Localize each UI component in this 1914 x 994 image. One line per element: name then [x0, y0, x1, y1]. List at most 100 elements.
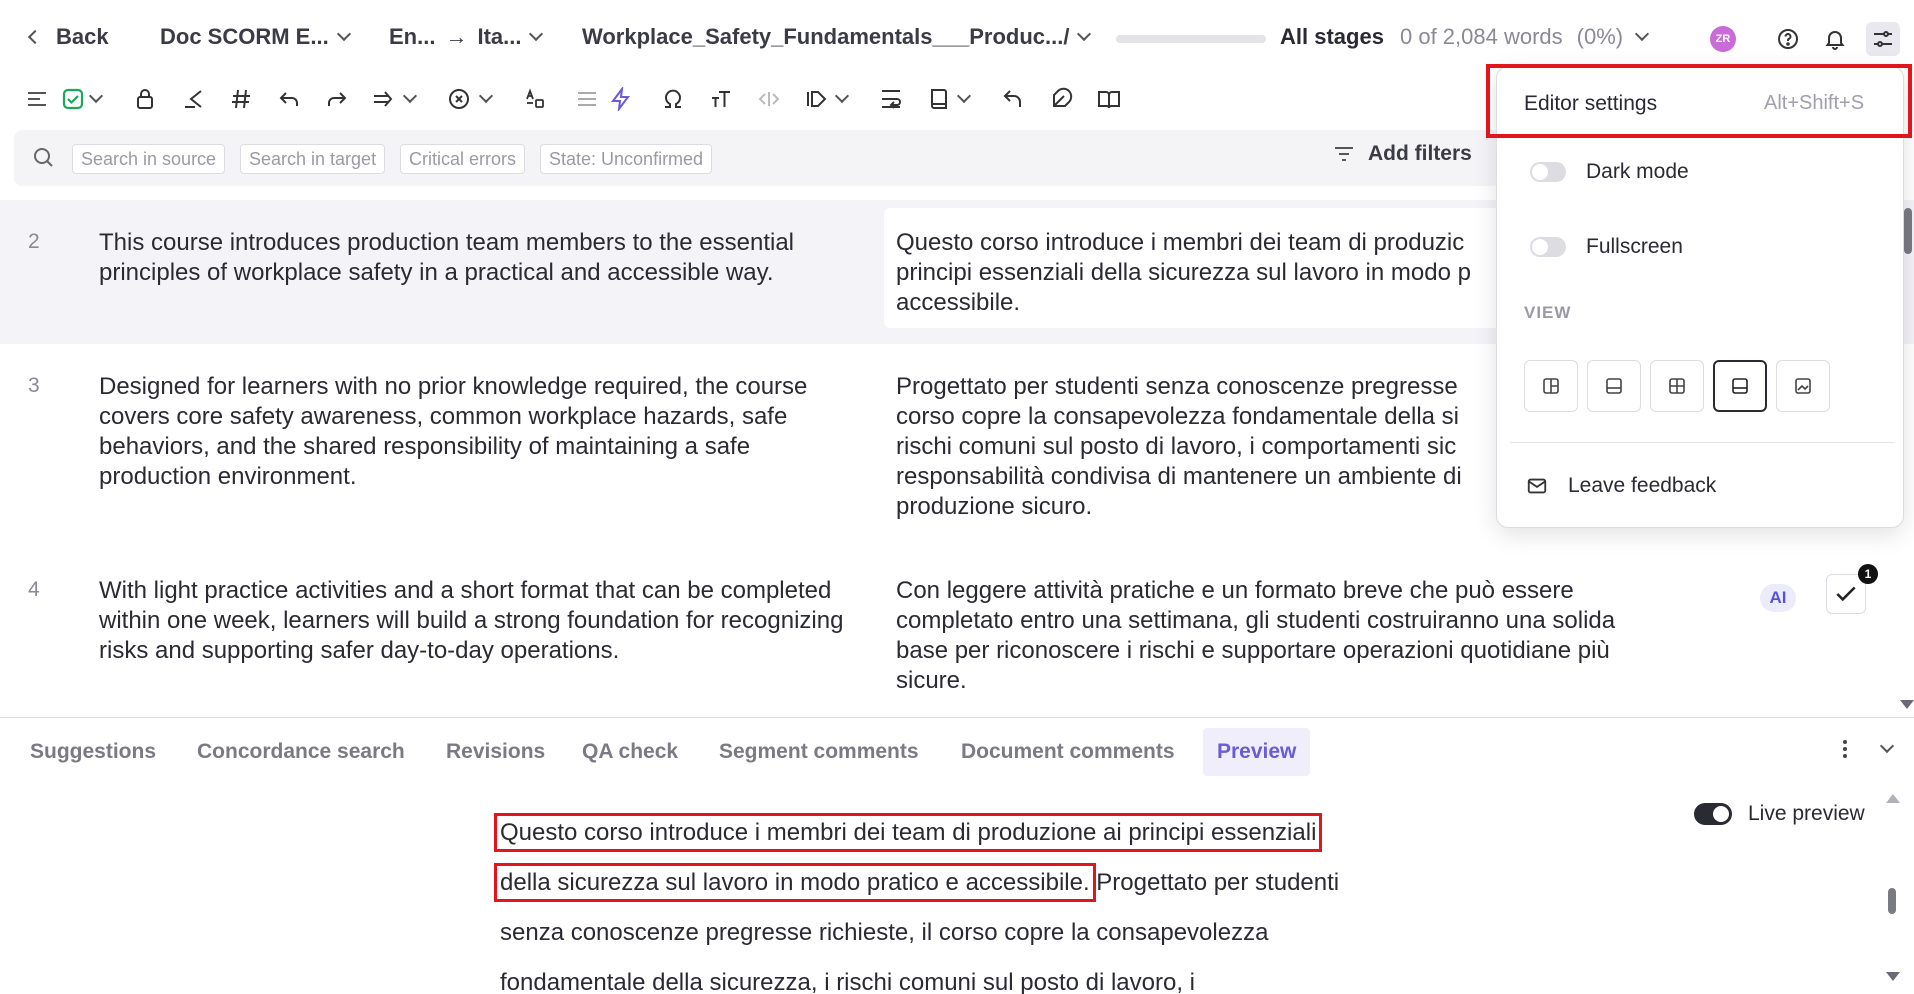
wrap-text-icon[interactable] [874, 82, 908, 116]
segment-target[interactable]: Questo corso introduce i membri dei team… [896, 228, 1506, 318]
tag-icon[interactable] [800, 82, 834, 116]
scroll-down-icon[interactable] [1886, 972, 1900, 981]
panel-divider[interactable] [0, 717, 1914, 718]
file-selector[interactable]: Workplace_Safety_Fundamentals___Produc..… [582, 24, 1092, 50]
code-icon[interactable] [752, 82, 786, 116]
chevron-left-icon [27, 29, 43, 45]
segment-menu-icon[interactable] [20, 82, 54, 116]
redo-icon[interactable] [320, 82, 354, 116]
layout-icon [1606, 378, 1622, 394]
tab-revisions[interactable]: Revisions [432, 728, 559, 776]
tab-qa-check[interactable]: QA check [568, 728, 692, 776]
segment-number: 4 [28, 578, 40, 601]
fullscreen-toggle[interactable]: Fullscreen [1530, 235, 1683, 259]
ai-badge: AI [1760, 584, 1796, 612]
clear-icon[interactable] [442, 82, 476, 116]
tab-suggestions[interactable]: Suggestions [16, 728, 170, 776]
view-layout-4-button[interactable] [1713, 360, 1767, 412]
chevron-down-icon [1077, 26, 1092, 42]
scrollbar-thumb[interactable] [1904, 208, 1912, 254]
comment-count-badge: 1 [1858, 564, 1878, 584]
preview-scrollbar-thumb[interactable] [1888, 888, 1896, 914]
menu-divider [1510, 442, 1894, 443]
help-icon[interactable] [1771, 22, 1805, 56]
chevron-down-icon [336, 26, 351, 42]
image-layout-icon [1795, 378, 1811, 394]
chevron-down-icon[interactable] [952, 82, 976, 116]
filter-chip-critical-errors[interactable]: Critical errors [400, 144, 526, 174]
text-size-icon[interactable] [704, 82, 738, 116]
view-layout-2-button[interactable] [1587, 360, 1641, 412]
fullscreen-switch[interactable] [1530, 237, 1566, 257]
tab-document-comments[interactable]: Document comments [947, 728, 1189, 776]
chevron-down-icon[interactable] [830, 82, 854, 116]
view-layout-3-button[interactable] [1650, 360, 1704, 412]
omega-icon[interactable] [656, 82, 690, 116]
filter-chip-search-target[interactable]: Search in target [240, 144, 386, 174]
arrow-right-icon: → [445, 24, 468, 49]
feather-icon[interactable] [1044, 82, 1078, 116]
tab-preview[interactable]: Preview [1203, 728, 1311, 776]
lock-icon[interactable] [128, 82, 162, 116]
segment-row[interactable]: 4 With light practice activities and a s… [0, 554, 1914, 714]
settings-sliders-icon[interactable] [1866, 22, 1900, 56]
bell-icon[interactable] [1818, 22, 1852, 56]
highlight-box [1486, 64, 1912, 138]
chevron-down-icon [1635, 26, 1650, 42]
back-button[interactable]: Back [27, 24, 109, 50]
filter-bar [14, 130, 1500, 186]
language-pair-selector[interactable]: En... → Ita... [389, 24, 544, 50]
filter-chip-search-source[interactable]: Search in source [72, 144, 226, 174]
segment-source: Designed for learners with no prior know… [99, 373, 808, 490]
arrow-right-icon[interactable] [366, 82, 400, 116]
tab-concordance-search[interactable]: Concordance search [183, 728, 419, 776]
copy-source-icon[interactable] [176, 82, 210, 116]
chevron-down-icon[interactable] [84, 82, 108, 116]
collapse-panel-icon[interactable] [1872, 734, 1902, 764]
checkmark-icon [1836, 586, 1856, 602]
filter-chip-state[interactable]: State: Unconfirmed [540, 144, 713, 174]
avatar[interactable]: ZR [1710, 26, 1736, 52]
view-layout-1-button[interactable] [1524, 360, 1578, 412]
preview-highlight: della sicurezza sul lavoro in modo prati… [494, 863, 1096, 902]
document-selector[interactable]: Doc SCORM E... [160, 24, 351, 50]
live-preview-toggle[interactable]: Live preview [1694, 802, 1865, 826]
segment-number: 2 [28, 230, 40, 253]
live-preview-switch[interactable] [1694, 803, 1732, 825]
leave-feedback-item[interactable]: Leave feedback [1526, 474, 1716, 498]
book-icon[interactable] [922, 82, 956, 116]
change-case-icon[interactable] [518, 82, 552, 116]
progress-bar [1116, 35, 1266, 43]
open-book-icon[interactable] [1092, 82, 1126, 116]
revert-icon[interactable] [996, 82, 1030, 116]
chevron-down-icon[interactable] [474, 82, 498, 116]
scroll-up-icon[interactable] [1886, 794, 1900, 803]
search-icon [26, 140, 60, 174]
chevron-down-icon[interactable] [398, 82, 422, 116]
view-layout-5-button[interactable] [1776, 360, 1830, 412]
preview-highlight: Questo corso introduce i membri dei team… [493, 813, 1323, 852]
more-vertical-icon[interactable] [1830, 734, 1860, 764]
dark-mode-switch[interactable] [1530, 162, 1566, 182]
preview-content: Questo corso introduce i membri dei team… [493, 813, 1340, 994]
segment-source: With light practice activities and a sho… [99, 577, 844, 664]
tab-segment-comments[interactable]: Segment comments [705, 728, 933, 776]
align-icon[interactable] [570, 82, 604, 116]
segment-target[interactable]: Progettato per studenti senza conoscenze… [896, 372, 1506, 522]
word-count-selector[interactable]: 0 of 2,084 words (0%) [1400, 24, 1650, 50]
layout-icon [1669, 378, 1685, 394]
lightning-icon[interactable] [604, 82, 638, 116]
segment-target[interactable]: Con leggere attività pratiche e un forma… [896, 576, 1636, 696]
filter-icon [1335, 147, 1353, 161]
stages-label: All stages [1280, 24, 1384, 49]
layout-icon [1543, 378, 1559, 394]
add-filters-button[interactable]: Add filters [1332, 142, 1472, 166]
dark-mode-toggle[interactable]: Dark mode [1530, 160, 1689, 184]
segment-source: This course introduces production team m… [99, 229, 795, 286]
chevron-down-icon [529, 26, 544, 42]
undo-icon[interactable] [272, 82, 306, 116]
scroll-down-icon[interactable] [1900, 700, 1914, 709]
hash-icon[interactable] [224, 82, 258, 116]
view-section-label: VIEW [1524, 303, 1572, 322]
layout-icon [1732, 378, 1748, 394]
